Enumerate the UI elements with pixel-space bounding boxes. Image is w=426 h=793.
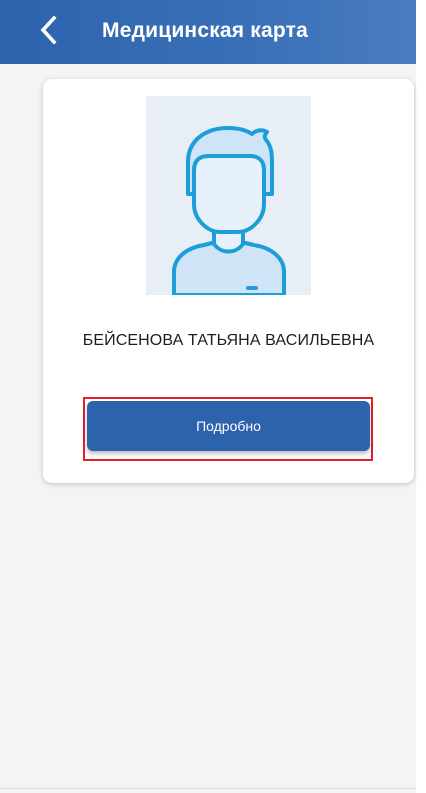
patient-card: БЕЙСЕНОВА ТАТЬЯНА ВАСИЛЬЕВНА Подробно <box>43 79 414 483</box>
patient-name: БЕЙСЕНОВА ТАТЬЯНА ВАСИЛЬЕВНА <box>82 332 375 349</box>
app-bar: Медицинская карта <box>0 0 416 64</box>
bottom-divider <box>0 788 416 789</box>
user-avatar-icon <box>146 96 311 295</box>
back-button[interactable] <box>30 14 66 50</box>
right-edge <box>416 0 426 793</box>
page-title: Медицинская карта <box>102 19 308 42</box>
details-button[interactable]: Подробно <box>87 401 370 451</box>
chevron-left-icon <box>37 14 59 50</box>
